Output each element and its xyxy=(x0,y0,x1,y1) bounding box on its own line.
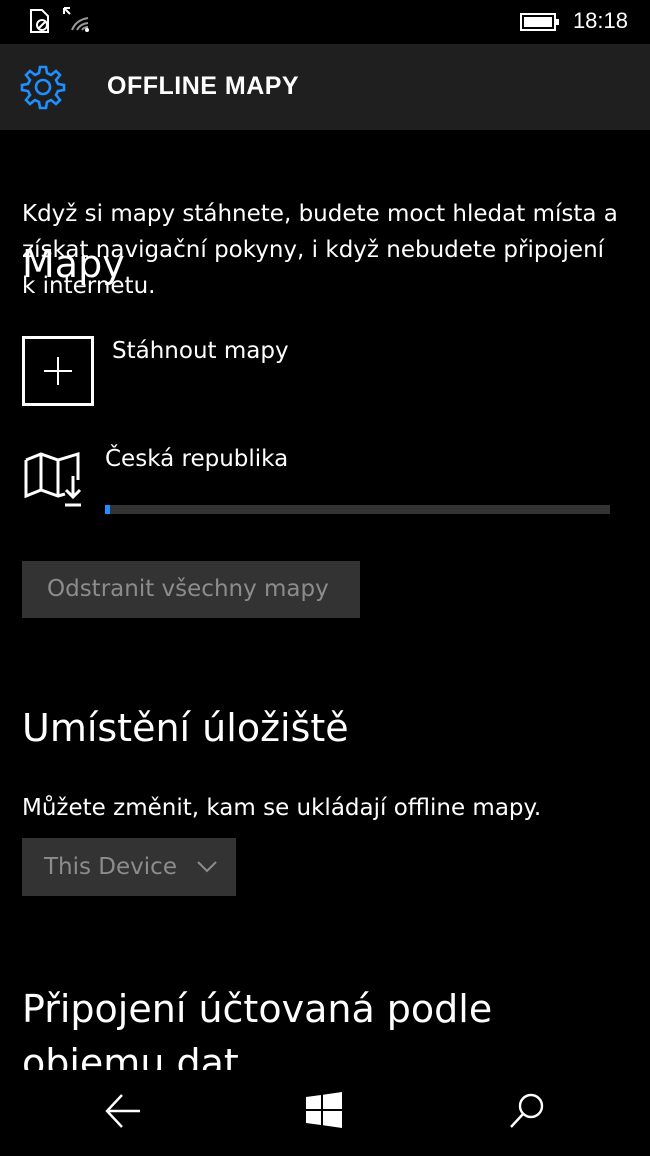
page-title: OFFLINE MAPY xyxy=(107,72,300,100)
maps-description: Když si mapy stáhnete, budete moct hleda… xyxy=(22,201,618,299)
windows-icon[interactable] xyxy=(306,1092,342,1132)
download-progress-fill xyxy=(105,505,111,514)
download-progress-bar xyxy=(105,505,610,514)
back-icon[interactable] xyxy=(104,1092,142,1134)
battery-icon xyxy=(520,12,560,36)
navigation-bar xyxy=(0,1070,650,1156)
storage-heading: Umístění úložiště xyxy=(22,706,349,750)
wifi-icon xyxy=(62,6,92,38)
storage-description: Můžete změnit, kam se ukládají offline m… xyxy=(22,795,542,821)
status-time: 18:18 xyxy=(572,8,628,33)
gear-icon xyxy=(20,64,66,110)
download-maps-button[interactable] xyxy=(22,336,94,406)
status-bar: 18:18 xyxy=(0,0,650,44)
no-sim-icon xyxy=(28,8,52,38)
map-download-icon xyxy=(23,450,85,514)
storage-location-value: This Device xyxy=(44,854,177,880)
chevron-down-icon xyxy=(197,861,217,873)
metered-section-clip: Připojení účtovaná podle objemu dat xyxy=(0,960,650,1070)
map-item-label[interactable]: Česká republika xyxy=(105,446,288,472)
download-maps-label[interactable]: Stáhnout mapy xyxy=(112,338,289,364)
search-icon[interactable] xyxy=(508,1092,546,1134)
storage-location-select[interactable]: This Device xyxy=(22,838,236,896)
page-header: OFFLINE MAPY xyxy=(0,44,650,130)
delete-all-maps-button[interactable]: Odstranit všechny mapy xyxy=(22,561,360,618)
plus-icon xyxy=(44,357,72,385)
metered-heading: Připojení účtovaná podle objemu dat xyxy=(22,987,493,1070)
